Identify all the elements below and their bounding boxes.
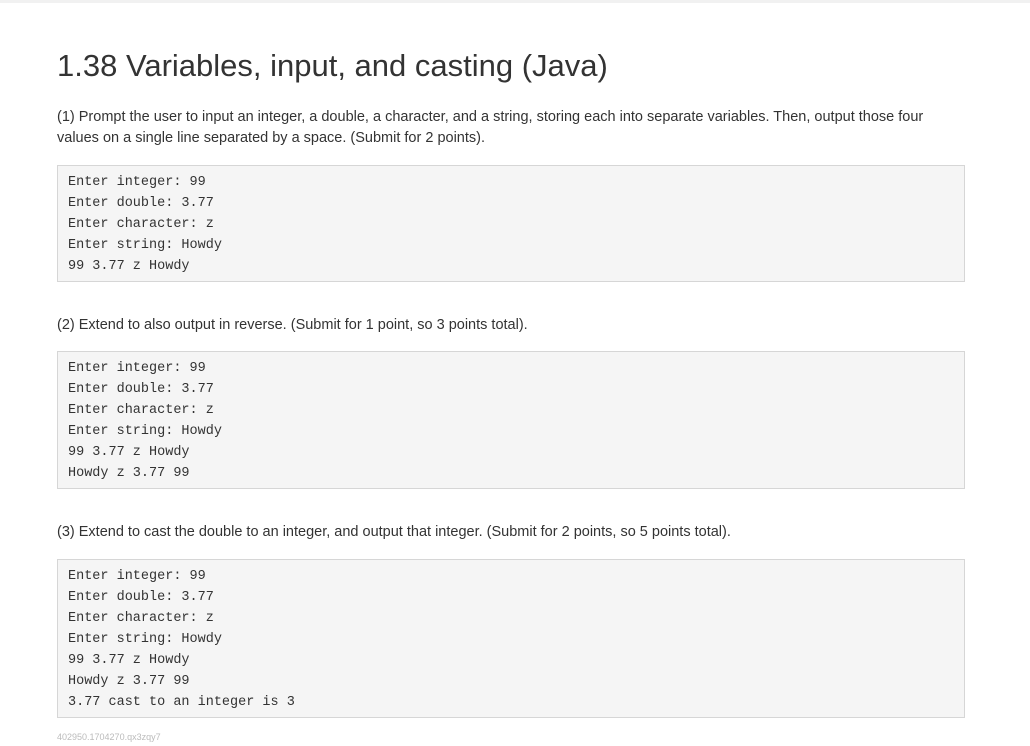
- output-line: Enter character: z: [68, 611, 214, 626]
- output-line: Enter character: z: [68, 403, 214, 418]
- output-line: Enter character: z: [68, 217, 214, 232]
- output-line: Enter string: Howdy: [68, 632, 222, 647]
- output-line: 99 3.77 z Howdy: [68, 445, 190, 460]
- output-line: Enter double: 3.77: [68, 382, 214, 397]
- sample-output-3: Enter integer: 99 Enter double: 3.77 Ent…: [57, 559, 965, 718]
- output-line: Enter string: Howdy: [68, 238, 222, 253]
- output-line: 99 3.77 z Howdy: [68, 259, 190, 274]
- output-line: Howdy z 3.77 99: [68, 466, 190, 481]
- output-line: Enter string: Howdy: [68, 424, 222, 439]
- output-line: 3.77 cast to an integer is 3: [68, 695, 295, 710]
- activity-id: 402950.1704270.qx3zqy7: [57, 732, 161, 742]
- output-line: Howdy z 3.77 99: [68, 674, 190, 689]
- output-line: 99 3.77 z Howdy: [68, 653, 190, 668]
- instruction-3: (3) Extend to cast the double to an inte…: [57, 524, 731, 540]
- output-line: Enter integer: 99: [68, 175, 206, 190]
- sample-output-2: Enter integer: 99 Enter double: 3.77 Ent…: [57, 351, 965, 489]
- output-line: Enter double: 3.77: [68, 590, 214, 605]
- instruction-1: (1) Prompt the user to input an integer,…: [57, 109, 924, 146]
- page-title: 1.38 Variables, input, and casting (Java…: [57, 48, 608, 83]
- instruction-2: (2) Extend to also output in reverse. (S…: [57, 317, 528, 333]
- output-line: Enter integer: 99: [68, 361, 206, 376]
- output-line: Enter integer: 99: [68, 569, 206, 584]
- output-line: Enter double: 3.77: [68, 196, 214, 211]
- sample-output-1: Enter integer: 99 Enter double: 3.77 Ent…: [57, 165, 965, 282]
- top-border: [0, 0, 1030, 3]
